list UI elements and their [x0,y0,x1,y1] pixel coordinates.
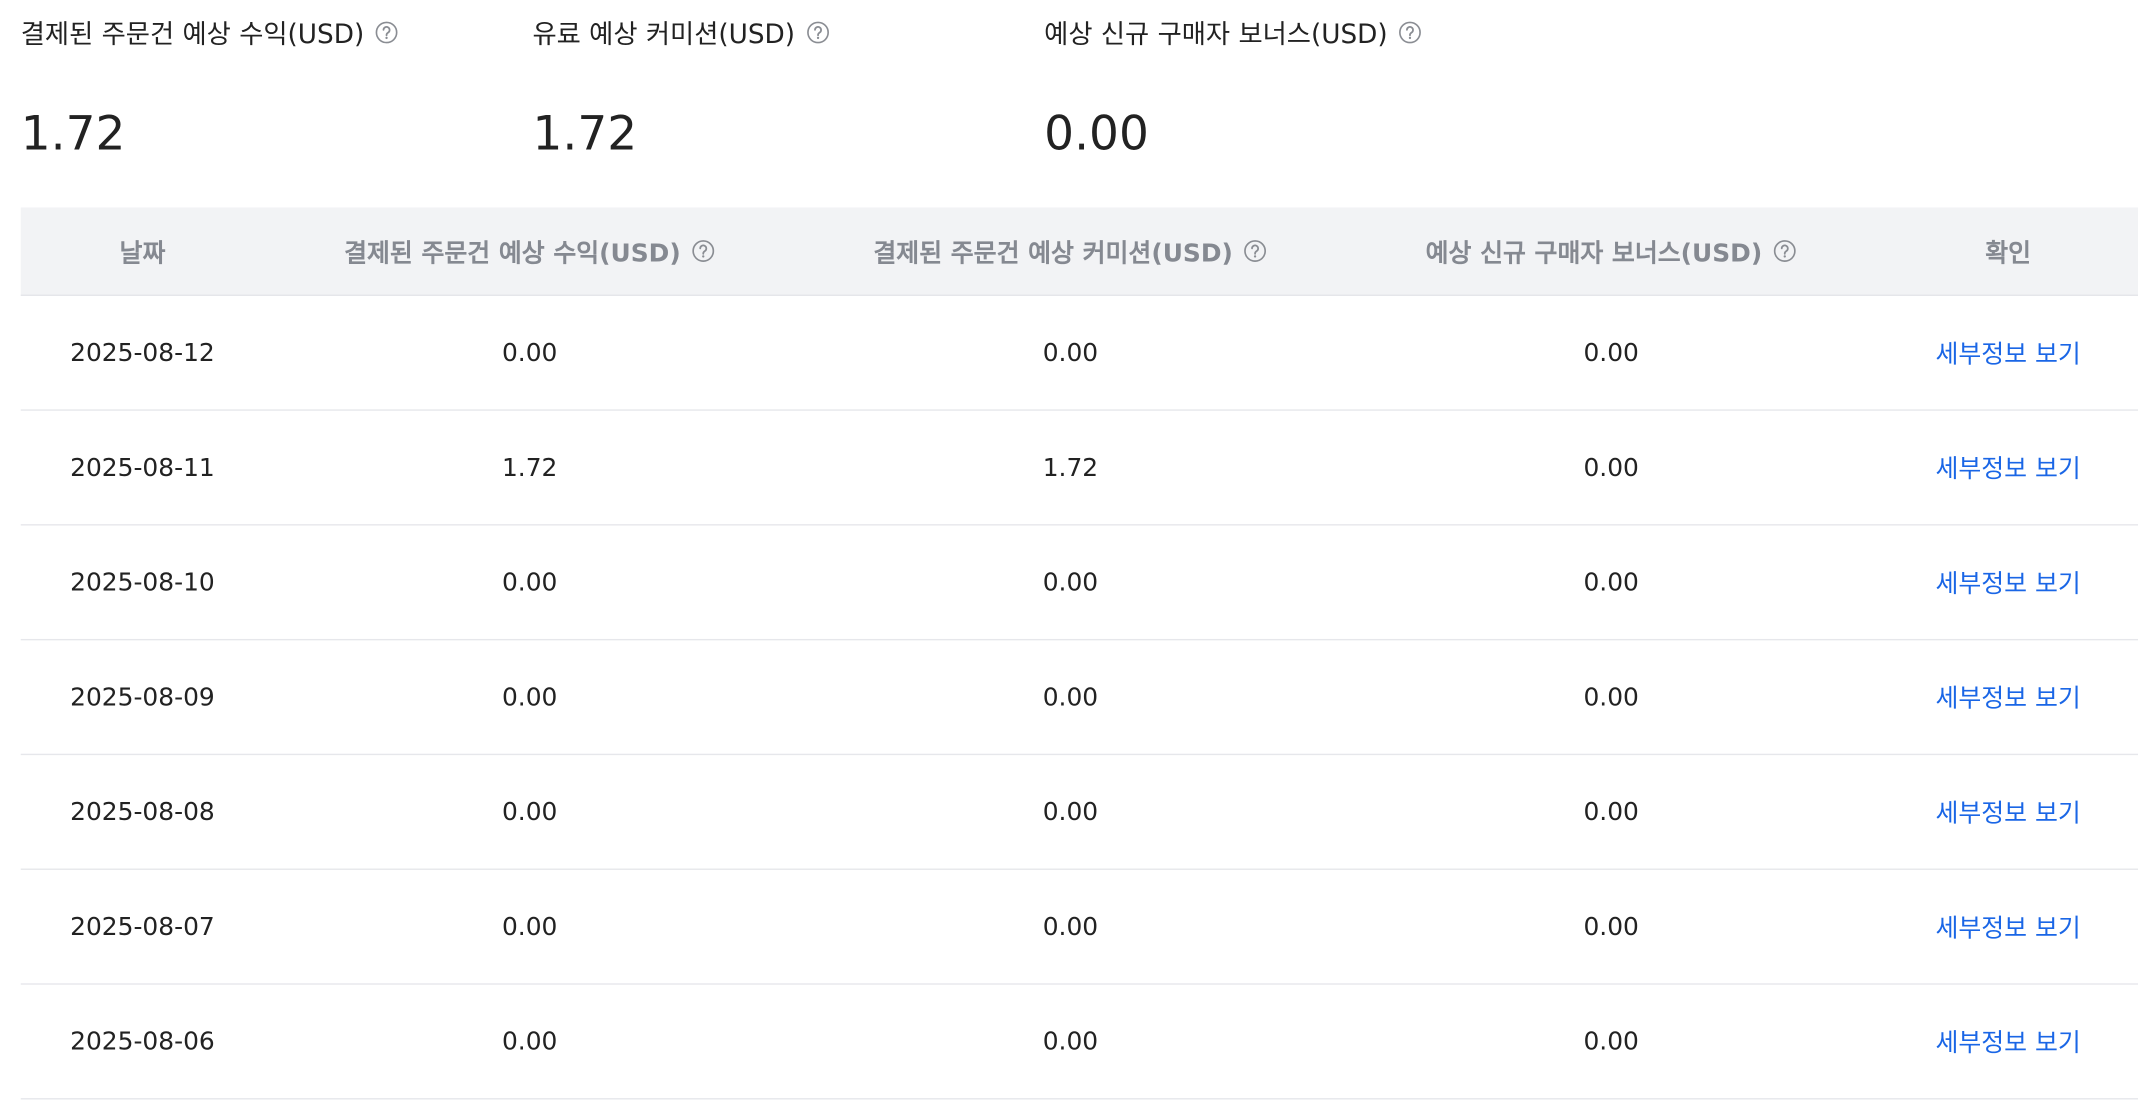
summary-paid-revenue-label-text: 결제된 주문건 예상 수익(USD) [20,19,365,50]
cell-date: 2025-08-11 [70,452,215,482]
column-header-date: 날짜 [21,207,264,294]
help-circle-icon[interactable] [806,21,830,45]
cell-revenue: 0.00 [501,797,558,827]
earnings-table: 날짜 결제된 주문건 예상 수익(USD) 결제된 주문건 예상 커미션(USD… [20,207,2138,1100]
cell-commission: 1.72 [1042,452,1099,482]
cell-revenue: 0.00 [501,912,558,942]
table-row: 2025-08-12 0.00 0.00 0.00 세부정보 보기 [20,296,2138,411]
view-details-link[interactable]: 세부정보 보기 [1935,449,2080,485]
summary-paid-commission: 유료 예상 커미션(USD) 1.72 [532,14,829,162]
view-details-link[interactable]: 세부정보 보기 [1935,909,2080,945]
cell-action: 세부정보 보기 [1877,870,2138,983]
cell-commission: 0.00 [1042,1026,1099,1056]
summary-paid-commission-label: 유료 예상 커미션(USD) [532,14,829,51]
cell-date: 2025-08-08 [70,797,215,827]
column-header-date-text: 날짜 [119,238,166,268]
earnings-page: 결제된 주문건 예상 수익(USD) 1.72 유료 예상 커미션(USD) 1… [0,0,2138,1106]
column-header-bonus: 예상 신규 구매자 보너스(USD) [1346,207,1877,294]
cell-revenue: 0.00 [501,1026,558,1056]
cell-action: 세부정보 보기 [1877,985,2138,1098]
cell-action: 세부정보 보기 [1877,640,2138,753]
summary-paid-commission-label-text: 유료 예상 커미션(USD) [532,19,796,50]
summary-paid-revenue-value: 1.72 [20,106,126,162]
view-details-link[interactable]: 세부정보 보기 [1935,1023,2080,1059]
summary-new-buyer-bonus-value: 0.00 [1044,106,1149,162]
column-header-bonus-text: 예상 신규 구매자 보너스(USD) [1425,238,1763,268]
table-row: 2025-08-11 1.72 1.72 0.00 세부정보 보기 [20,411,2138,526]
cell-revenue: 0.00 [501,567,558,597]
cell-commission: 0.00 [1042,567,1099,597]
cell-commission: 0.00 [1042,682,1099,712]
column-header-action: 확인 [1877,207,2138,294]
column-header-revenue-text: 결제된 주문건 예상 수익(USD) [344,238,681,268]
summary-new-buyer-bonus-label: 예상 신규 구매자 보너스(USD) [1044,14,1422,51]
cell-date: 2025-08-07 [70,912,215,942]
cell-action: 세부정보 보기 [1877,755,2138,868]
column-header-commission: 결제된 주문건 예상 커미션(USD) [795,207,1345,294]
help-circle-icon[interactable] [1399,21,1423,45]
table-row: 2025-08-08 0.00 0.00 0.00 세부정보 보기 [20,755,2138,870]
table-row: 2025-08-06 0.00 0.00 0.00 세부정보 보기 [20,985,2138,1100]
cell-action: 세부정보 보기 [1877,526,2138,639]
table-row: 2025-08-09 0.00 0.00 0.00 세부정보 보기 [20,640,2138,756]
cell-bonus: 0.00 [1583,912,1639,942]
cell-bonus: 0.00 [1583,682,1639,712]
cell-bonus: 0.00 [1583,567,1639,597]
cell-revenue: 0.00 [501,682,558,712]
cell-bonus: 0.00 [1583,338,1639,368]
cell-commission: 0.00 [1042,912,1099,942]
cell-revenue: 0.00 [501,338,558,368]
column-header-revenue: 결제된 주문건 예상 수익(USD) [264,207,795,294]
summary-new-buyer-bonus: 예상 신규 구매자 보너스(USD) 0.00 [1044,14,1422,162]
view-details-link[interactable]: 세부정보 보기 [1935,679,2080,715]
column-header-action-text: 확인 [1985,238,2032,268]
help-circle-icon[interactable] [375,21,399,45]
help-circle-icon[interactable] [692,239,716,263]
table-row: 2025-08-10 0.00 0.00 0.00 세부정보 보기 [20,526,2138,641]
summary-new-buyer-bonus-label-text: 예상 신규 구매자 보너스(USD) [1044,19,1388,50]
view-details-link[interactable]: 세부정보 보기 [1935,335,2080,371]
cell-bonus: 0.00 [1583,452,1639,482]
view-details-link[interactable]: 세부정보 보기 [1935,564,2080,600]
summary-paid-commission-value: 1.72 [532,106,638,162]
cell-bonus: 0.00 [1583,1026,1639,1056]
cell-action: 세부정보 보기 [1877,411,2138,524]
column-header-commission-text: 결제된 주문건 예상 커미션(USD) [873,238,1233,268]
summary-section: 결제된 주문건 예상 수익(USD) 1.72 유료 예상 커미션(USD) 1… [0,0,2138,207]
cell-bonus: 0.00 [1583,797,1639,827]
help-circle-icon[interactable] [1244,239,1268,263]
cell-date: 2025-08-09 [70,682,215,712]
cell-commission: 0.00 [1042,338,1099,368]
cell-date: 2025-08-10 [70,567,215,597]
cell-date: 2025-08-12 [70,338,215,368]
cell-commission: 0.00 [1042,797,1099,827]
help-circle-icon[interactable] [1773,239,1797,263]
table-row: 2025-08-07 0.00 0.00 0.00 세부정보 보기 [20,870,2138,985]
summary-paid-revenue-label: 결제된 주문건 예상 수익(USD) [21,14,399,51]
cell-action: 세부정보 보기 [1877,296,2138,409]
table-header: 날짜 결제된 주문건 예상 수익(USD) 결제된 주문건 예상 커미션(USD… [20,207,2138,296]
cell-revenue: 1.72 [501,452,558,482]
view-details-link[interactable]: 세부정보 보기 [1935,794,2080,830]
summary-paid-revenue: 결제된 주문건 예상 수익(USD) 1.72 [21,14,399,162]
cell-date: 2025-08-06 [70,1026,215,1056]
